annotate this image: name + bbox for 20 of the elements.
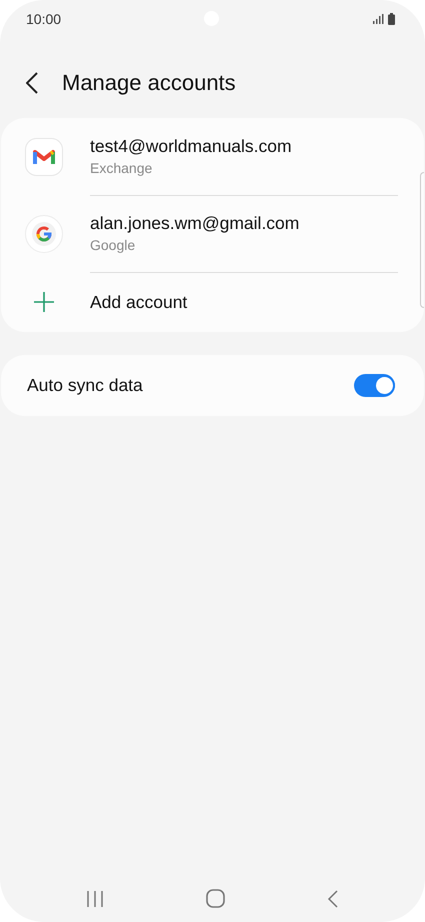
account-type: Google [90,237,136,253]
recent-apps-button[interactable] [86,890,104,908]
add-account-label: Add account [90,292,188,312]
account-type: Exchange [90,160,154,176]
mail-app-icon [24,138,62,176]
home-button[interactable] [206,889,225,908]
back-nav-button[interactable] [327,890,339,908]
auto-sync-switch[interactable] [354,374,395,397]
battery-icon [388,13,395,25]
account-row[interactable]: test4@worldmanuals.com Exchange [1,118,424,195]
auto-sync-label: Auto sync data [27,375,143,396]
plus-icon [34,292,54,312]
account-address: alan.jones.wm@gmail.com [90,213,300,234]
signal-icon [373,14,384,24]
google-icon [24,214,62,252]
account-row[interactable]: alan.jones.wm@gmail.com Google [1,195,424,272]
add-account-row[interactable]: Add account [1,272,424,332]
status-time: 10:00 [26,11,62,27]
page-title: Manage accounts [62,70,236,96]
account-address: test4@worldmanuals.com [90,136,293,157]
